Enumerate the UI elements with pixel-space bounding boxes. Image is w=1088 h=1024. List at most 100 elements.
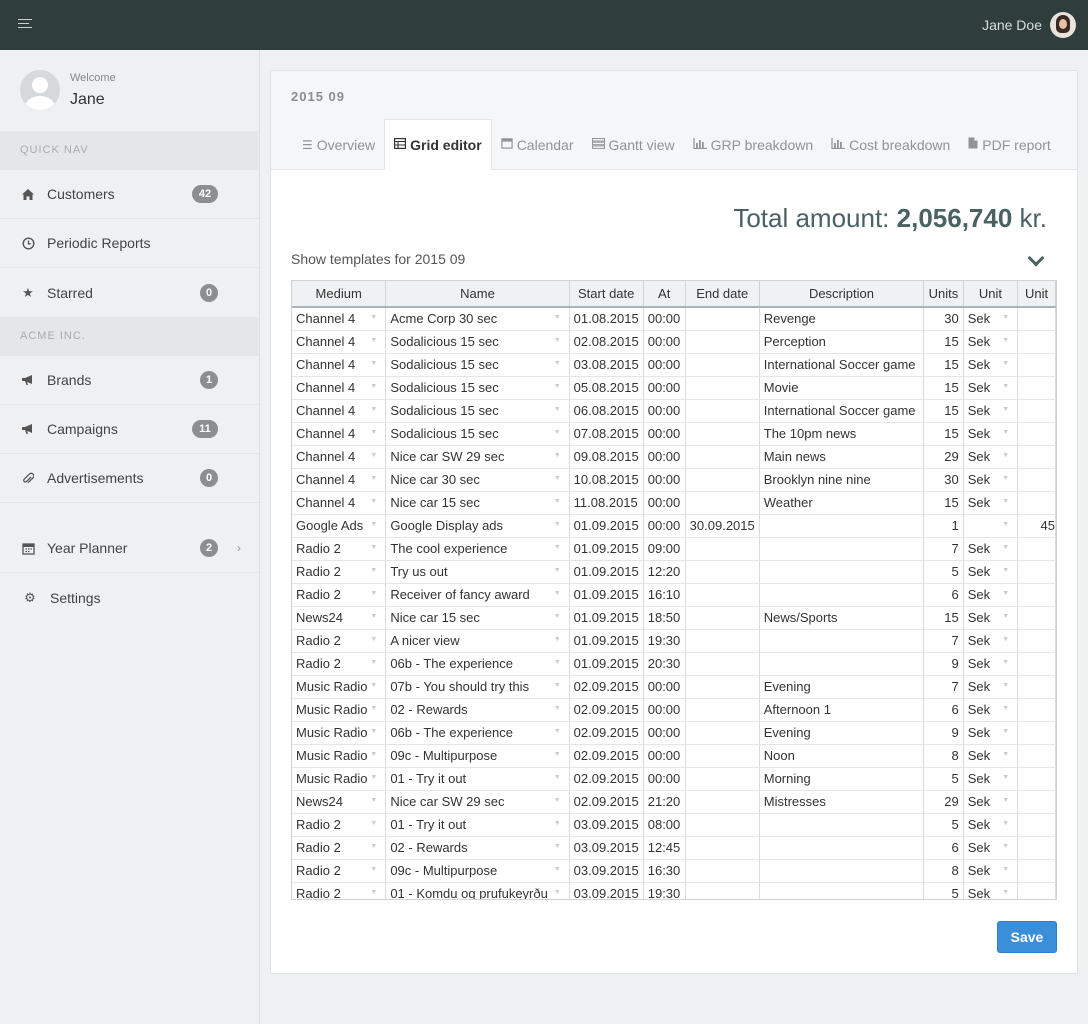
- grid-cell[interactable]: Brooklyn nine nine: [759, 468, 925, 492]
- grid-cell[interactable]: 05.08.2015: [569, 376, 644, 400]
- grid-cell[interactable]: 02.09.2015: [569, 721, 644, 745]
- grid-cell[interactable]: 06.08.2015: [569, 399, 644, 423]
- grid-cell[interactable]: 16:10: [643, 583, 686, 607]
- grid-cell[interactable]: [1017, 744, 1056, 768]
- grid-cell[interactable]: Sek: [963, 560, 1019, 584]
- grid-cell[interactable]: Sek: [963, 813, 1019, 837]
- grid-cell[interactable]: Music Radio: [292, 675, 387, 699]
- grid-cell[interactable]: Channel 4: [292, 399, 387, 423]
- grid-cell[interactable]: [685, 629, 760, 653]
- grid-cell[interactable]: [1017, 330, 1056, 354]
- grid-cell[interactable]: 6: [923, 836, 964, 860]
- grid-cell[interactable]: 01.08.2015: [569, 307, 644, 331]
- grid-cell[interactable]: Channel 4: [292, 491, 387, 515]
- grid-cell[interactable]: [1017, 813, 1056, 837]
- grid-cell[interactable]: Nice car 30 sec: [385, 468, 570, 492]
- grid-cell[interactable]: Sek: [963, 353, 1019, 377]
- grid-cell[interactable]: Music Radio: [292, 767, 387, 791]
- grid-cell[interactable]: Sek: [963, 468, 1019, 492]
- grid-cell[interactable]: 02.08.2015: [569, 330, 644, 354]
- grid-cell[interactable]: Mistresses: [759, 790, 925, 814]
- grid-cell[interactable]: 00:00: [643, 491, 686, 515]
- grid-cell[interactable]: [1017, 606, 1056, 630]
- grid-cell[interactable]: 9: [923, 652, 964, 676]
- grid-cell[interactable]: Channel 4: [292, 376, 387, 400]
- grid-cell[interactable]: Channel 4: [292, 468, 387, 492]
- grid-cell[interactable]: News24: [292, 790, 387, 814]
- sidebar-item-advertisements[interactable]: Advertisements 0: [0, 454, 259, 503]
- grid-cell[interactable]: News24: [292, 606, 387, 630]
- grid-cell[interactable]: Radio 2: [292, 859, 387, 883]
- grid-cell[interactable]: 00:00: [643, 744, 686, 768]
- grid-cell[interactable]: 01.09.2015: [569, 606, 644, 630]
- tab-grp-breakdown[interactable]: GRP breakdown: [684, 119, 822, 170]
- save-button[interactable]: Save: [997, 921, 1057, 953]
- grid-cell[interactable]: Acme Corp 30 sec: [385, 307, 570, 331]
- chevron-down-icon[interactable]: [1027, 255, 1045, 267]
- grid-cell[interactable]: 19:30: [643, 882, 686, 899]
- grid-cell[interactable]: [685, 721, 760, 745]
- column-header[interactable]: Unit: [963, 281, 1019, 308]
- tab-pdf-report[interactable]: PDF report: [959, 119, 1059, 170]
- grid-cell[interactable]: Sek: [963, 698, 1019, 722]
- grid-cell[interactable]: 07b - You should try this: [385, 675, 570, 699]
- grid-cell[interactable]: 01 - Komdu og prufukeyrðu: [385, 882, 570, 899]
- grid-cell[interactable]: 01.09.2015: [569, 560, 644, 584]
- sidebar-item-customers[interactable]: Customers 42: [0, 170, 259, 219]
- grid-cell[interactable]: 02.09.2015: [569, 790, 644, 814]
- grid-cell[interactable]: [685, 353, 760, 377]
- column-header[interactable]: Unit: [1017, 281, 1056, 308]
- grid-cell[interactable]: Channel 4: [292, 330, 387, 354]
- grid-cell[interactable]: 30: [923, 468, 964, 492]
- grid-cell[interactable]: [1017, 468, 1056, 492]
- grid-cell[interactable]: [685, 698, 760, 722]
- grid-cell[interactable]: Evening: [759, 721, 925, 745]
- grid-cell[interactable]: Evening: [759, 675, 925, 699]
- grid-cell[interactable]: [1017, 790, 1056, 814]
- menu-icon[interactable]: [18, 19, 32, 31]
- grid-cell[interactable]: Main news: [759, 445, 925, 469]
- grid-cell[interactable]: Perception: [759, 330, 925, 354]
- grid-cell[interactable]: Radio 2: [292, 836, 387, 860]
- grid-cell[interactable]: Radio 2: [292, 813, 387, 837]
- grid-cell[interactable]: Nice car 15 sec: [385, 491, 570, 515]
- sidebar-item-settings[interactable]: ⚙ Settings: [0, 573, 259, 622]
- column-header[interactable]: Description: [759, 281, 925, 308]
- sidebar-item-periodic-reports[interactable]: Periodic Reports: [0, 219, 259, 268]
- grid-cell[interactable]: [1017, 675, 1056, 699]
- grid-cell[interactable]: 03.08.2015: [569, 353, 644, 377]
- grid-cell[interactable]: 01.09.2015: [569, 537, 644, 561]
- grid-cell[interactable]: [1017, 491, 1056, 515]
- grid-cell[interactable]: Sek: [963, 629, 1019, 653]
- grid-cell[interactable]: 02.09.2015: [569, 675, 644, 699]
- tab-grid-editor[interactable]: Grid editor: [384, 119, 492, 170]
- grid-cell[interactable]: [685, 675, 760, 699]
- grid-cell[interactable]: Sodalicious 15 sec: [385, 330, 570, 354]
- grid-cell[interactable]: Radio 2: [292, 537, 387, 561]
- grid-cell[interactable]: International Soccer game: [759, 353, 925, 377]
- grid-cell[interactable]: Sek: [963, 330, 1019, 354]
- grid-cell[interactable]: [759, 629, 925, 653]
- grid-cell[interactable]: [685, 422, 760, 446]
- grid-cell[interactable]: 6: [923, 698, 964, 722]
- grid-cell[interactable]: [685, 606, 760, 630]
- grid-cell[interactable]: Sek: [963, 399, 1019, 423]
- grid-cell[interactable]: Sek: [963, 652, 1019, 676]
- grid-cell[interactable]: Channel 4: [292, 445, 387, 469]
- grid-cell[interactable]: Google Display ads: [385, 514, 570, 538]
- grid-cell[interactable]: [1017, 721, 1056, 745]
- column-header[interactable]: End date: [685, 281, 760, 308]
- grid-cell[interactable]: [1017, 422, 1056, 446]
- grid-cell[interactable]: Sek: [963, 721, 1019, 745]
- grid-cell[interactable]: [1017, 399, 1056, 423]
- grid-cell[interactable]: 02.09.2015: [569, 698, 644, 722]
- grid-cell[interactable]: [685, 744, 760, 768]
- grid-cell[interactable]: 06b - The experience: [385, 652, 570, 676]
- grid-cell[interactable]: 15: [923, 353, 964, 377]
- grid-cell[interactable]: [685, 491, 760, 515]
- grid-cell[interactable]: Nice car 15 sec: [385, 606, 570, 630]
- grid-cell[interactable]: 09c - Multipurpose: [385, 744, 570, 768]
- grid-cell[interactable]: 01.09.2015: [569, 583, 644, 607]
- grid-cell[interactable]: 02 - Rewards: [385, 836, 570, 860]
- grid-cell[interactable]: 18:50: [643, 606, 686, 630]
